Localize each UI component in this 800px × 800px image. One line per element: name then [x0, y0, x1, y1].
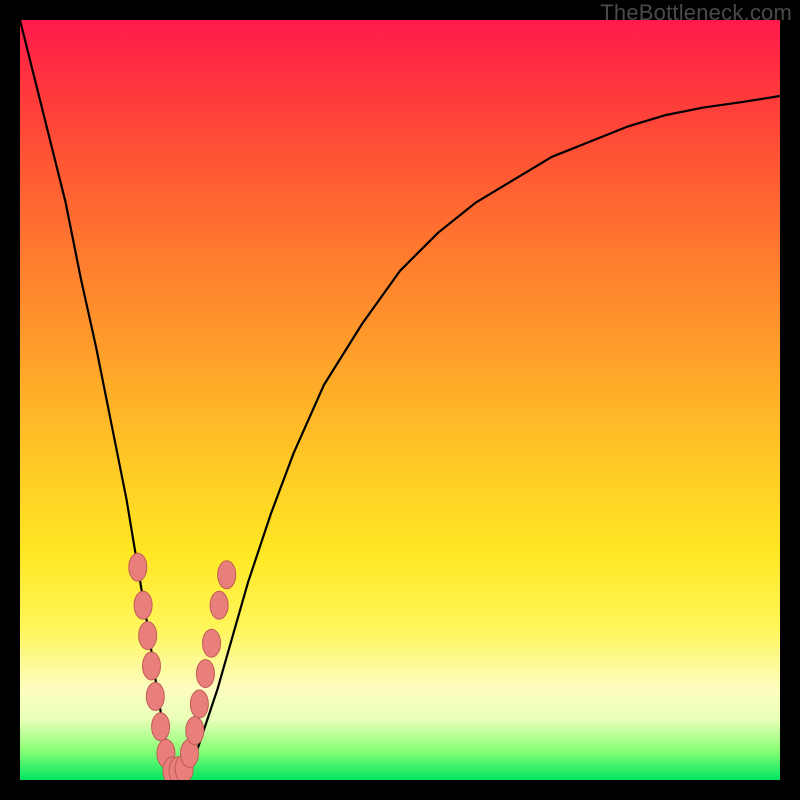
data-marker	[146, 682, 164, 710]
data-marker	[196, 660, 214, 688]
data-marker	[190, 690, 208, 718]
data-marker	[186, 717, 204, 745]
watermark-text: TheBottleneck.com	[600, 0, 792, 26]
data-marker	[203, 629, 221, 657]
bottleneck-curve-chart	[20, 20, 780, 780]
data-marker	[129, 553, 147, 581]
data-marker	[152, 713, 170, 741]
data-marker	[134, 591, 152, 619]
data-marker	[142, 652, 160, 680]
curve-line	[20, 20, 780, 780]
data-marker	[139, 622, 157, 650]
plot-area	[20, 20, 780, 780]
data-marker	[210, 591, 228, 619]
curve-markers	[129, 553, 236, 780]
chart-frame: TheBottleneck.com	[0, 0, 800, 800]
data-marker	[218, 561, 236, 589]
